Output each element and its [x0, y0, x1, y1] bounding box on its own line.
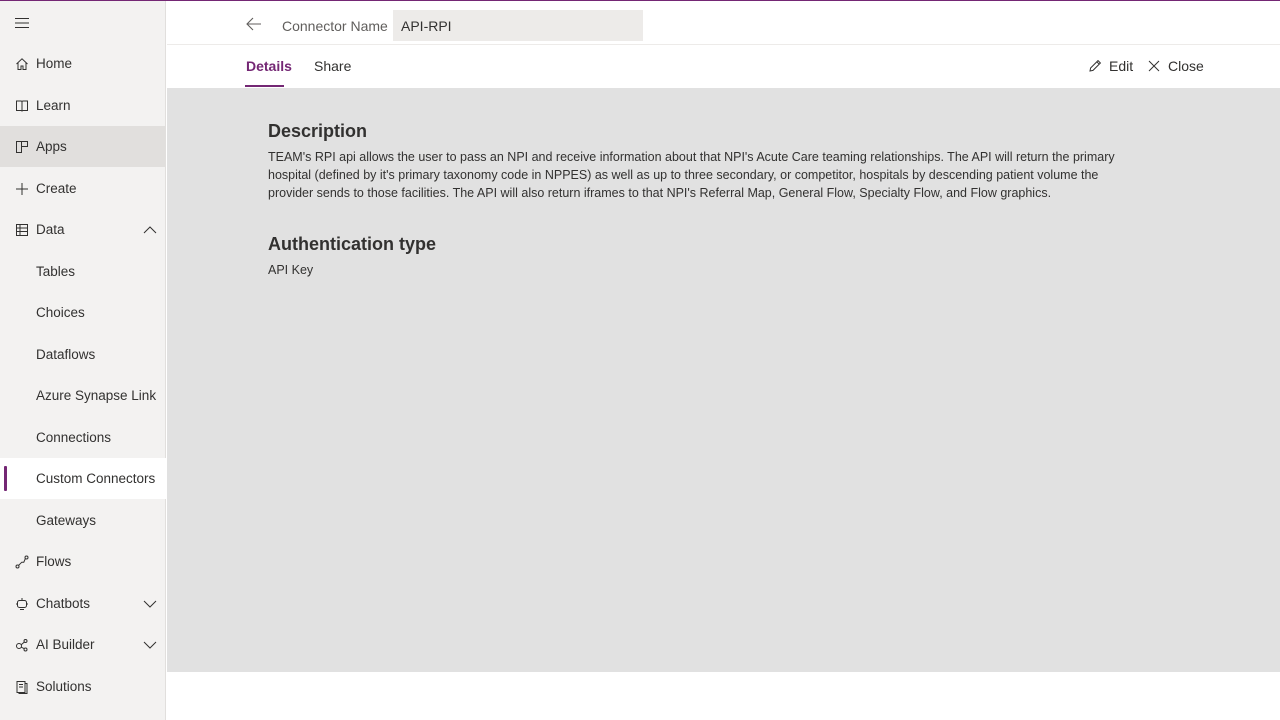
nav-dataflows[interactable]: Dataflows: [0, 334, 166, 375]
tab-share[interactable]: Share: [314, 58, 351, 74]
nav-tables[interactable]: Tables: [0, 251, 166, 292]
nav-label: Chatbots: [36, 596, 91, 611]
auth-type-heading: Authentication type: [268, 234, 437, 254]
hamburger-menu-icon[interactable]: [12, 13, 32, 33]
page-header: Connector Name API-RPI Details Share Edi…: [167, 1, 1280, 88]
nav-label: AI Builder: [36, 637, 95, 652]
nav-label: Data: [36, 222, 65, 237]
description-text: TEAM's RPI api allows the user to pass a…: [268, 150, 1115, 200]
nav-connections[interactable]: Connections: [0, 417, 166, 458]
nav-label: Apps: [36, 139, 67, 154]
nav-label: Home: [36, 56, 73, 71]
nav-home[interactable]: Home: [0, 43, 166, 84]
selection-indicator: [4, 466, 7, 491]
nav-label: Choices: [36, 305, 85, 320]
nav-gateways[interactable]: Gateways: [0, 500, 166, 541]
chevron-down-icon[interactable]: [142, 637, 158, 653]
pencil-icon: [1087, 58, 1103, 74]
connector-name-field[interactable]: API-RPI: [393, 10, 643, 41]
tab-details[interactable]: Details: [246, 58, 292, 74]
left-navigation: Home Learn Apps Create Data Tables Choic…: [0, 1, 166, 720]
nav-label: Create: [36, 181, 77, 196]
apps-icon: [14, 139, 30, 155]
nav-solutions[interactable]: Solutions: [0, 666, 166, 707]
chevron-up-icon[interactable]: [142, 222, 158, 238]
nav-flows[interactable]: Flows: [0, 541, 166, 582]
nav-label: Solutions: [36, 679, 92, 694]
nav-create[interactable]: Create: [0, 168, 166, 209]
nav-data[interactable]: Data: [0, 209, 166, 250]
active-tab-indicator: [245, 85, 284, 87]
book-icon: [14, 98, 30, 114]
nav-azure-synapse-link[interactable]: Azure Synapse Link: [0, 375, 166, 416]
ai-builder-icon: [14, 637, 30, 653]
nav-learn[interactable]: Learn: [0, 85, 166, 126]
nav-label: Gateways: [36, 513, 97, 528]
nav-ai-builder[interactable]: AI Builder: [0, 624, 166, 665]
header-divider: [167, 44, 1280, 45]
nav-label: Flows: [36, 554, 72, 569]
edit-button[interactable]: Edit: [1087, 58, 1133, 74]
nav-custom-connectors[interactable]: Custom Connectors: [0, 458, 166, 499]
description-heading: Description: [268, 121, 368, 141]
nav-choices[interactable]: Choices: [0, 292, 166, 333]
connector-name-label: Connector Name: [282, 18, 388, 34]
bot-icon: [14, 596, 30, 612]
nav-apps[interactable]: Apps: [0, 126, 166, 167]
plus-icon: [14, 181, 30, 197]
nav-label: Custom Connectors: [36, 471, 156, 486]
home-icon: [14, 56, 30, 72]
back-arrow-icon[interactable]: [243, 13, 265, 35]
nav-label: Learn: [36, 98, 71, 113]
table-icon: [14, 222, 30, 238]
close-label: Close: [1168, 58, 1204, 74]
chevron-down-icon[interactable]: [142, 596, 158, 612]
solutions-icon: [14, 679, 30, 695]
footer-area: [167, 672, 1280, 720]
nav-label: Tables: [36, 264, 76, 279]
details-panel: Description TEAM's RPI api allows the us…: [167, 88, 1280, 672]
nav-label: Dataflows: [36, 347, 96, 362]
close-button[interactable]: Close: [1146, 58, 1204, 74]
close-icon: [1146, 58, 1162, 74]
nav-label: Azure Synapse Link: [36, 388, 157, 403]
nav-chatbots[interactable]: Chatbots: [0, 583, 166, 624]
nav-label: Connections: [36, 430, 112, 445]
auth-type-value: API Key: [268, 263, 314, 277]
edit-label: Edit: [1109, 58, 1134, 74]
flow-icon: [14, 554, 30, 570]
